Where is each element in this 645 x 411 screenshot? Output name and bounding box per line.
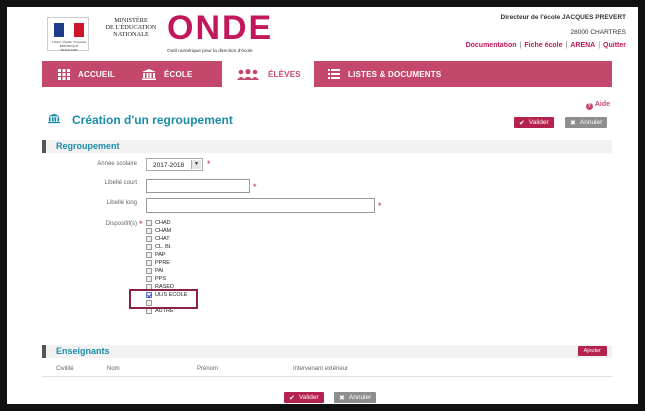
annuler-label: Annuler (579, 119, 603, 126)
building-icon (142, 68, 156, 80)
nav-accueil[interactable]: ACCUEIL (58, 61, 130, 87)
nav-ecole[interactable]: ÉCOLE (142, 61, 216, 87)
checkbox[interactable] (146, 244, 152, 250)
required-marker: * (207, 159, 211, 169)
students-icon (236, 68, 260, 80)
checkbox-label: PPS (155, 276, 167, 282)
checkbox[interactable] (146, 228, 152, 234)
section-regroupement: Regroupement (42, 140, 612, 153)
section-title: Enseignants (56, 346, 110, 356)
ministere-label: MINISTÈRE DE L'ÉDUCATION NATIONALE (101, 17, 161, 38)
dispositif-pai[interactable]: PAI (146, 267, 163, 275)
building-icon (48, 113, 60, 127)
page-title: Création d'un regroupement (48, 113, 233, 127)
link-quitter[interactable]: Quitter (603, 42, 626, 49)
libelle-long-input[interactable] (146, 198, 375, 213)
annee-label: Année scolaire (97, 161, 137, 167)
republique-logo: Liberté • Égalité • Fraternité RÉPUBLIQU… (47, 17, 89, 52)
dispositifs-label: Dispositif(s) (105, 221, 137, 227)
flag-icon (54, 23, 84, 37)
nav-eleves[interactable]: ÉLÈVES (222, 61, 314, 87)
section-enseignants: Enseignants (42, 345, 612, 358)
section-title: Regroupement (56, 141, 120, 151)
ministere-line: NATIONALE (113, 31, 149, 38)
col-prenom: Prénom (197, 366, 219, 372)
dispositif-chad[interactable]: CHAD (146, 219, 171, 227)
ministere-line: MINISTÈRE (114, 17, 148, 24)
col-nom: Nom (107, 366, 120, 372)
checkbox[interactable] (146, 276, 152, 282)
valider-button[interactable]: ✔ Valider (514, 117, 554, 128)
school-city: 28000 CHARTRES (570, 29, 626, 36)
rf-text: Liberté • Égalité • Fraternité RÉPUBLIQU… (52, 40, 86, 52)
dispositif-chat[interactable]: CHAT (146, 235, 170, 243)
check-icon: ✔ (289, 394, 295, 402)
page-title-text: Création d'un regroupement (72, 113, 233, 127)
aide-link[interactable]: ? Aide (585, 101, 610, 110)
annee-value: 2017-2018 (153, 162, 185, 169)
checkbox[interactable] (146, 236, 152, 242)
ajouter-button[interactable]: Ajouter (577, 346, 607, 356)
nav-label: ÉCOLE (164, 69, 193, 79)
dispositif-cl-bi[interactable]: CL. BI. (146, 243, 172, 251)
annuler-label: Annuler (348, 394, 372, 401)
required-marker: * (378, 201, 382, 211)
col-intervenant: Intervenant extérieur (293, 366, 349, 372)
checkbox-label: PAP (155, 252, 166, 258)
checkbox-label: PPRE (155, 260, 170, 266)
chevron-down-icon: ▼ (191, 160, 201, 169)
aide-label: Aide (594, 101, 610, 108)
nav-label: ÉLÈVES (268, 69, 301, 79)
checkbox-label: CL. BI. (155, 244, 172, 250)
ulis-highlight-box (129, 289, 198, 309)
footer-valider-button[interactable]: ✔ Valider (284, 392, 324, 403)
page-content: ? Aide Création d'un regroupement ✔ Valide… (42, 95, 612, 403)
header-links: Documentation | Fiche école | ARENA | Quitter (465, 42, 626, 49)
dispositif-cham[interactable]: CHAM (146, 227, 171, 235)
help-icon: ? (585, 103, 593, 110)
dispositif-pap[interactable]: PAP (146, 251, 166, 259)
main-nav: ACCUEIL ÉCOLE ÉLÈVES LISTES & DOCUMENTS (42, 61, 612, 87)
checkbox-label: PAI (155, 268, 164, 274)
header: Liberté • Égalité • Fraternité RÉPUBLIQU… (7, 7, 638, 59)
nav-label: ACCUEIL (78, 69, 115, 79)
close-icon: ✖ (570, 119, 576, 127)
col-civilite: Civilité (56, 366, 74, 372)
link-documentation[interactable]: Documentation (466, 42, 517, 49)
valider-label: Valider (298, 394, 319, 401)
app-subtitle: Outil numérique pour la direction d'écol… (167, 49, 253, 54)
annuler-button[interactable]: ✖ Annuler (565, 117, 608, 128)
annee-select[interactable]: 2017-2018 ▼ (146, 158, 203, 171)
dispositif-ppre[interactable]: PPRE (146, 259, 170, 267)
footer-annuler-button[interactable]: ✖ Annuler (334, 392, 377, 403)
checkbox-label: CHAD (155, 220, 171, 226)
checkbox-label: CHAM (155, 228, 172, 234)
link-arena[interactable]: ARENA (570, 42, 595, 49)
app-logo: ONDE (167, 9, 274, 47)
checkbox[interactable] (146, 268, 152, 274)
checkbox-label: CHAT (155, 236, 170, 242)
checkbox[interactable] (146, 260, 152, 266)
nav-label: LISTES & DOCUMENTS (348, 69, 442, 79)
ministere-line: DE L'ÉDUCATION (105, 24, 157, 31)
nav-listes-documents[interactable]: LISTES & DOCUMENTS (328, 61, 468, 87)
libelle-court-input[interactable] (146, 179, 250, 193)
table-divider (42, 376, 612, 377)
valider-label: Valider (528, 119, 549, 126)
checkbox[interactable] (146, 220, 152, 226)
check-icon: ✔ (519, 119, 525, 127)
checkbox[interactable] (146, 252, 152, 258)
required-marker: * (139, 219, 143, 229)
list-icon (328, 69, 340, 79)
app-window: Liberté • Égalité • Fraternité RÉPUBLIQU… (7, 7, 638, 404)
required-marker: * (253, 182, 257, 192)
link-fiche-ecole[interactable]: Fiche école (524, 42, 562, 49)
close-icon: ✖ (339, 394, 345, 402)
dispositif-pps[interactable]: PPS (146, 275, 166, 283)
grid-icon (58, 68, 70, 80)
director-name: Directeur de l'école JACQUES PREVERT (500, 14, 626, 21)
libelle-court-label: Libellé court (104, 180, 137, 186)
libelle-long-label: Libellé long (106, 200, 137, 206)
